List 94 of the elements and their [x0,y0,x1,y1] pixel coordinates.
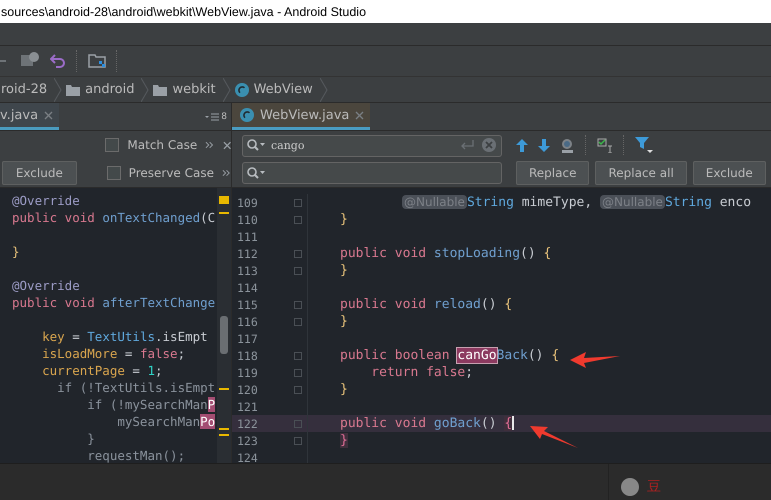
fold-marker-icon[interactable] [294,318,302,326]
window-title: sources\android-28\android\webkit\WebView.java - Android Studio [1,4,366,18]
line-number: 118 [236,348,259,362]
checkbox[interactable] [105,138,120,152]
line-number: 120 [236,382,259,396]
breadcrumb-item[interactable]: roid-28 [1,82,48,97]
exclude-button[interactable]: Exclude [692,161,766,185]
fold-marker-icon[interactable] [294,352,302,360]
code-line: isLoadMore = false; [41,346,186,361]
line-number: 114 [236,280,259,294]
code-line: } [340,212,348,227]
fold-marker-icon[interactable] [294,386,302,394]
fold-marker-icon[interactable] [294,420,302,428]
fold-marker-icon[interactable] [294,198,302,206]
chevron-icon [54,78,62,102]
checkbox-label[interactable]: Match Case [127,138,198,152]
folder-icon [66,84,80,96]
enter-icon [460,140,474,150]
code-line: @Override [12,193,80,208]
clear-icon[interactable] [482,138,496,152]
code-line: } [86,431,95,446]
chevron-icon [141,78,150,102]
line-number: 122 [236,416,259,430]
line-number: 123 [236,434,259,448]
code-line: return false; [370,365,474,380]
code-line: public void afterTextChange [12,295,216,310]
replace-field[interactable] [242,162,502,184]
line-number: 121 [236,400,259,414]
line-number: 110 [236,212,259,226]
close-icon[interactable] [44,110,54,120]
class-icon [240,108,254,122]
fold-marker-icon[interactable] [294,266,302,274]
fold-marker-icon[interactable] [294,250,302,258]
close-icon[interactable] [222,140,231,150]
code-line: public void goBack() { [340,416,514,431]
more-icon[interactable] [205,141,215,149]
line-number: 124 [236,450,259,463]
line-number: 113 [236,264,259,278]
folder-icon[interactable] [88,53,106,69]
line-number: 117 [236,332,259,346]
code-line: if (!mySearchManP [86,397,216,412]
editor-tab[interactable]: WebView.java [232,103,370,130]
code-line: @Override [12,278,80,293]
code-line: public void reload() { [340,297,512,312]
line-number: 109 [236,196,259,210]
checkbox[interactable] [106,166,121,180]
folder-icon [153,84,168,96]
code-line: public void onTextChanged(C [12,210,216,225]
fold-marker-icon[interactable] [294,300,302,308]
fold-marker-icon[interactable] [294,216,302,224]
code-line: } [340,263,348,278]
fold-marker-icon[interactable] [294,368,302,376]
line-number: 111 [236,230,259,244]
code-line: } [340,382,348,397]
up-arrow-icon[interactable] [516,138,528,152]
line-number: 115 [236,298,259,312]
down-arrow-icon[interactable] [538,138,550,152]
replace-button[interactable]: Replace [516,161,590,185]
editor-tab[interactable]: v.java [0,103,60,130]
breadcrumb-item[interactable]: webkit [172,82,216,97]
search-icon [247,139,267,151]
avatar-icon [621,478,639,496]
breadcrumb-item[interactable]: WebView [254,82,313,97]
select-occurrences-icon[interactable] [597,138,613,152]
more-icon[interactable] [222,169,231,177]
class-icon [234,82,249,96]
exclude-button[interactable]: Exclude [2,161,77,185]
chevron-icon [320,78,328,102]
search-field[interactable]: cango [242,134,502,156]
search-icon [247,167,267,179]
code-line: } [340,314,348,329]
tab-count: 8 [221,112,227,122]
arrow-annotation [570,351,620,369]
checkbox-label[interactable]: Preserve Case [128,166,214,180]
code-line: public void stopLoading() { [340,246,552,261]
code-line: mySearchManPo [116,414,216,429]
find-all-icon[interactable] [560,138,575,152]
code-line: } [12,244,20,259]
line-number: 112 [236,246,259,260]
chevron-icon [222,78,231,102]
undo-icon[interactable] [50,53,66,69]
code-line: currentPage = 1; [41,363,163,378]
line-number: 119 [236,366,259,380]
filter-icon[interactable] [635,137,653,153]
tab-list-icon[interactable] [205,112,220,120]
arrow-annotation [530,425,578,449]
fold-marker-icon[interactable] [294,436,302,444]
line-number: 116 [236,314,259,328]
breadcrumb-item[interactable]: android [85,82,134,97]
code-line: key = TextUtils.isEmpt [41,329,208,344]
close-icon[interactable] [355,110,364,120]
code-line: requestMan(); [86,448,186,463]
code-line: if (!TextUtils.isEmpt [56,380,216,395]
replace-all-button[interactable]: Replace all [595,161,687,185]
